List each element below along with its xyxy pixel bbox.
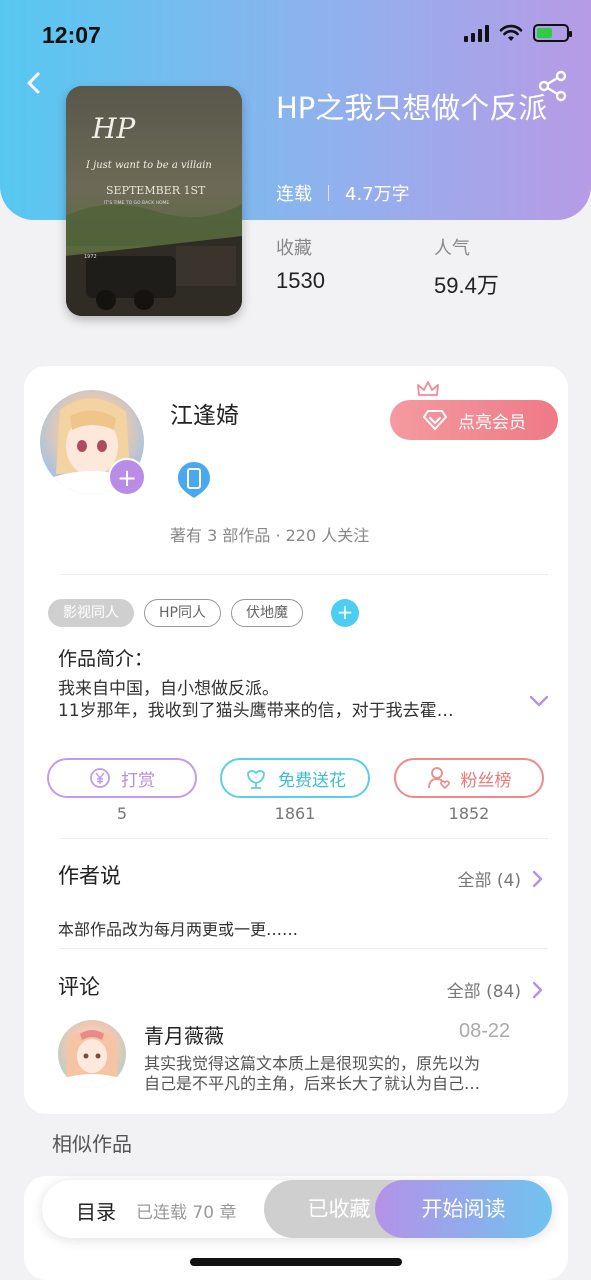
start-reading-button[interactable]: 开始阅读 — [375, 1180, 552, 1238]
similar-works-title: 相似作品 — [52, 1132, 132, 1156]
divider — [58, 948, 548, 949]
send-flower-button[interactable]: 免费送花 — [220, 758, 370, 798]
plus-icon: + — [116, 464, 138, 492]
status-icons — [464, 24, 572, 42]
flower-count: 1861 — [274, 804, 316, 823]
book-cover[interactable]: HP I just want to be a villain SEPTEMBER… — [66, 86, 242, 316]
meta-divider — [328, 185, 329, 201]
tag-item[interactable]: 影视同人 — [48, 599, 134, 627]
fan-ranking-button[interactable]: 粉丝榜 — [394, 758, 544, 798]
chevron-right-icon — [532, 870, 543, 887]
stat-popularity-value: 59.4万 — [434, 273, 499, 298]
comments-all-label: 全部 (84) — [446, 982, 521, 1002]
author-says-text[interactable]: 本部作品改为每月两更或一更…… — [58, 916, 298, 940]
send-flower-button-label: 免费送花 — [278, 770, 346, 791]
cover-subtitle-text: I just want to be a villain — [85, 160, 212, 171]
tag-list: 影视同人 HP同人 伏地魔 + — [48, 599, 359, 627]
commenter-avatar-art — [58, 1030, 126, 1088]
tip-button-label: 打赏 — [121, 770, 155, 791]
chevron-down-icon[interactable] — [528, 694, 550, 708]
comments-all-link[interactable]: 全部 (84) — [447, 977, 543, 1002]
commenter-name[interactable]: 青月薇薇 — [144, 1020, 224, 1049]
book-status: 连载 — [276, 184, 312, 205]
tip-button[interactable]: 打赏 — [47, 758, 197, 798]
phone-badge-icon[interactable] — [176, 460, 212, 500]
cover-title-text: HP — [91, 112, 136, 145]
crown-icon — [417, 381, 439, 396]
divider — [58, 574, 548, 575]
home-indicator — [190, 1258, 402, 1266]
stat-popularity-label: 人气 — [434, 238, 470, 259]
comment-text[interactable]: 其实我觉得这篇文本质上是很现实的，原先以为 自己是不平凡的主角，后来长大了就认为… — [144, 1054, 524, 1094]
diamond-icon — [423, 410, 447, 430]
book-cover-art: HP I just want to be a villain SEPTEMBER… — [66, 86, 242, 316]
intro-line: 11岁那年，我收到了猫头鹰带来的信，对于我去霍… — [58, 701, 454, 721]
add-tag-button[interactable]: + — [330, 599, 359, 627]
user-heart-icon — [427, 767, 450, 790]
book-meta: 连载 4.7万字 — [276, 180, 410, 206]
tag-item[interactable]: 伏地魔 — [230, 599, 303, 627]
chevron-right-icon — [532, 981, 543, 998]
vip-button-label: 点亮会员 — [458, 412, 526, 433]
battery-charging-icon — [533, 24, 572, 42]
flower-icon — [247, 770, 265, 789]
cover-date-text: SEPTEMBER 1ST — [106, 184, 206, 197]
follow-author-button[interactable]: + — [108, 458, 146, 496]
comments-title: 评论 — [58, 975, 100, 999]
chevron-left-icon — [27, 72, 40, 94]
tip-count: 5 — [116, 804, 128, 823]
stat-favorites-label: 收藏 — [276, 238, 312, 259]
author-name: 江逢婍 — [170, 403, 239, 429]
tag-item[interactable]: HP同人 — [144, 599, 221, 627]
author-stats: 著有 3 部作品 · 220 人关注 — [170, 526, 370, 545]
stat-favorites-value: 1530 — [276, 268, 325, 293]
author-says-all-link[interactable]: 全部 (4) — [458, 866, 543, 891]
intro-text[interactable]: 我来自中国，自小想做反派。 11岁那年，我收到了猫头鹰带来的信，对于我去霍… — [58, 678, 508, 722]
comment-line: 自己是不平凡的主角，后来长大了就认为自己… — [144, 1074, 481, 1093]
book-word-count: 4.7万字 — [345, 184, 410, 205]
status-bar: 12:07 — [0, 0, 591, 70]
comment-date: 08-22 — [459, 1020, 511, 1042]
stat-popularity: 人气 59.4万 — [434, 234, 499, 300]
cover-year-text: 1972 — [84, 254, 97, 260]
book-title: HP之我只想做个反派 — [276, 91, 548, 125]
wifi-icon — [499, 24, 523, 41]
fan-ranking-button-label: 粉丝榜 — [460, 770, 512, 791]
chapter-count[interactable]: 已连载 70 章 — [136, 1198, 236, 1223]
cover-tagline-text: IT'S TIME TO GO BACK HOME — [104, 200, 169, 206]
fan-count: 1852 — [448, 804, 490, 823]
back-button[interactable] — [18, 66, 52, 100]
signal-icon — [464, 24, 489, 42]
divider — [58, 838, 548, 839]
comment-line: 其实我觉得这篇文本质上是很现实的，原先以为 — [144, 1054, 481, 1073]
bottom-action-bar: 目录 已连载 70 章 已收藏 开始阅读 — [42, 1180, 552, 1238]
toc-button[interactable]: 目录 — [76, 1196, 116, 1225]
intro-line: 我来自中国，自小想做反派。 — [58, 679, 279, 699]
vip-button[interactable]: 点亮会员 — [390, 400, 558, 440]
yen-coin-icon — [90, 768, 110, 788]
intro-title: 作品简介： — [58, 648, 154, 670]
commenter-avatar[interactable] — [58, 1020, 126, 1088]
author-says-title: 作者说 — [58, 864, 121, 888]
author-says-all-label: 全部 (4) — [457, 871, 521, 891]
status-time: 12:07 — [42, 22, 101, 48]
stat-favorites: 收藏 1530 — [276, 234, 325, 294]
plus-icon: + — [336, 600, 354, 624]
